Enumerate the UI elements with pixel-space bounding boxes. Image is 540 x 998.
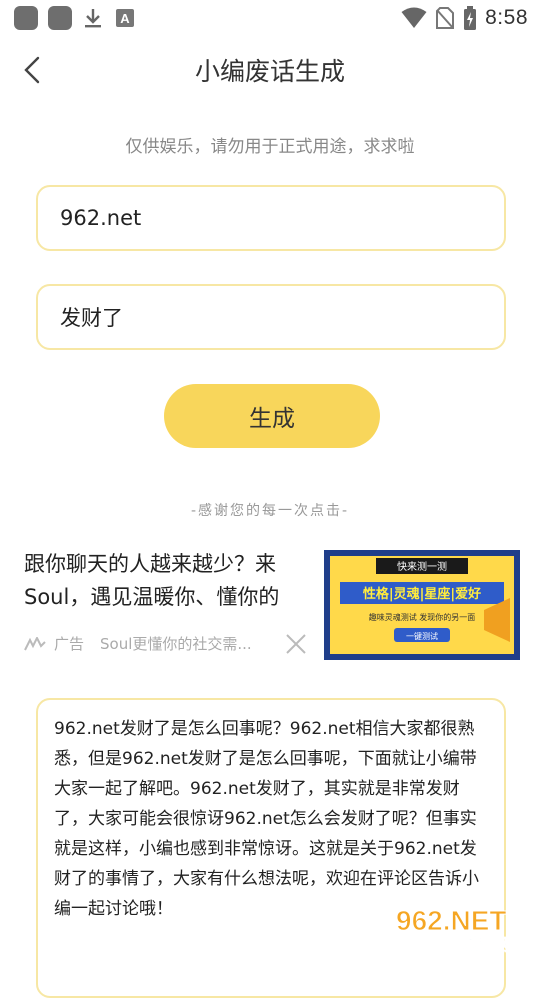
result-text: 962.net发财了是怎么回事呢？962.net相信大家都很熟悉，但是962.n… xyxy=(54,719,479,919)
ad-image-headline: 性格|灵魂|星座|爱好 xyxy=(363,586,481,602)
close-icon[interactable] xyxy=(284,632,308,656)
status-time: 8:58 xyxy=(485,6,528,29)
status-bar-right: 8:58 xyxy=(401,6,528,30)
ad-label: 广告 xyxy=(54,635,85,653)
status-bar: A 8:58 xyxy=(0,0,540,36)
ad-description: Soul更懂你的社交需... xyxy=(100,635,252,653)
ad-banner[interactable]: 跟你聊天的人越来越少？来Soul，遇见温暖你、懂你的 广告 Soul更懂你的社交… xyxy=(24,548,520,660)
ad-image-subtext: 趣味灵魂测试 发现你的另一面 xyxy=(369,612,476,622)
ad-title[interactable]: 跟你聊天的人越来越少？来Soul，遇见温暖你、懂你的 xyxy=(24,548,318,614)
event-input[interactable] xyxy=(58,304,484,330)
ad-image-top-text: 快来测一测 xyxy=(397,560,447,573)
subject-input[interactable] xyxy=(58,205,484,231)
svg-text:A: A xyxy=(120,11,130,26)
event-field[interactable] xyxy=(36,284,506,350)
status-bar-left: A xyxy=(14,6,136,30)
generate-button[interactable]: 生成 xyxy=(164,384,380,448)
battery-charging-icon xyxy=(463,6,477,30)
watermark-logo: 962.NET 乐游网 xyxy=(392,902,530,955)
ad-image[interactable]: 快来测一测 性格|灵魂|星座|爱好 趣味灵魂测试 发现你的另一面 一键测试 xyxy=(324,550,520,660)
header: 小编废话生成 xyxy=(0,46,540,94)
ad-meta: 广告 Soul更懂你的社交需... xyxy=(24,633,252,654)
watermark-text: 乐游网 xyxy=(462,935,510,954)
subject-field[interactable] xyxy=(36,185,506,251)
ad-brand-icon xyxy=(24,636,46,650)
ad-image-button: 一键测试 xyxy=(406,631,438,641)
thanks-text: -感谢您的每一次点击- xyxy=(190,503,350,519)
app-icon xyxy=(14,6,38,30)
disclaimer-text: 仅供娱乐，请勿用于正式用途，求求啦 xyxy=(125,137,415,157)
app-icon xyxy=(48,6,72,30)
no-sim-icon xyxy=(435,6,455,30)
download-icon xyxy=(82,6,104,30)
wifi-icon xyxy=(401,7,427,29)
page-title: 小编废话生成 xyxy=(194,57,345,86)
watermark-logo-text: 962.NET xyxy=(396,905,507,936)
font-icon: A xyxy=(114,6,136,30)
